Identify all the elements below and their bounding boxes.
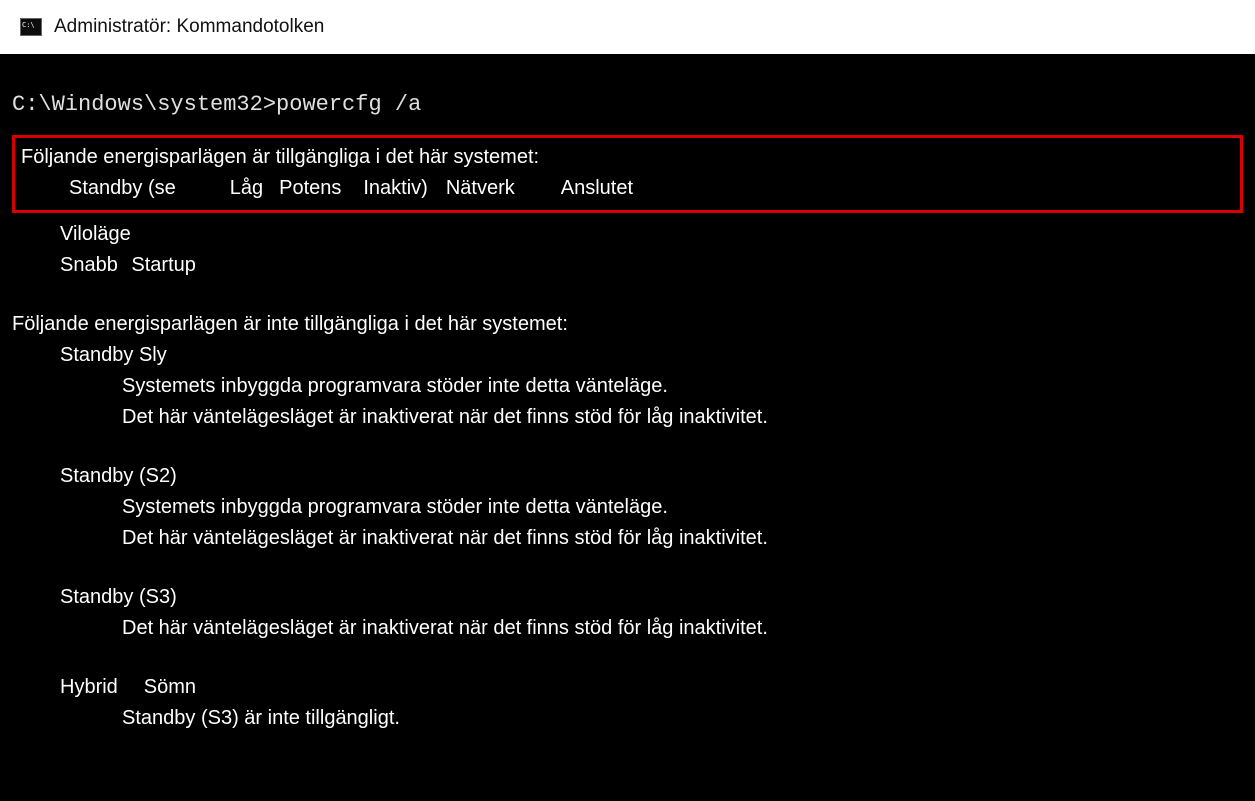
s2-line2: Det här väntelägesläget är inaktiverat n… [12,523,1243,554]
standby-row: Standby (se Låg Potens Inaktiv) Nätverk … [21,173,1234,204]
standby-word-1: Låg [230,173,263,204]
s2-title: Standby (S2) [12,461,1243,492]
fast-startup-b: Startup [131,254,195,276]
standby-lead: Standby (se [21,173,176,204]
s3-line1: Det här väntelägesläget är inaktiverat n… [12,613,1243,644]
s1-line1: Systemets inbyggda programvara stöder in… [12,371,1243,402]
standby-word-3: Inaktiv) [363,173,427,204]
hybrid-line1: Standby (S3) är inte tillgängligt. [12,703,1243,734]
highlighted-section: Följande energisparlägen är tillgängliga… [12,135,1243,213]
hybrid-title: Hybrid Sömn [12,672,1243,703]
hybrid-a: Hybrid [60,672,118,703]
standby-word-2: Potens [279,173,341,204]
window-title: Administratör: Kommandotolken [54,16,324,38]
fast-startup-line: Snabb Startup [12,250,1243,281]
s2-line1: Systemets inbyggda programvara stöder in… [12,492,1243,523]
hibernate-line: Viloläge [12,219,1243,250]
standby-word-4: Nätverk [446,173,515,204]
terminal-body[interactable]: C:\Windows\system32>powercfg /a Följande… [0,54,1255,801]
unavailable-header: Följande energisparlägen är inte tillgän… [12,309,1243,340]
hybrid-b: Sömn [144,672,196,703]
s1-title: Standby Sly [12,340,1243,371]
fast-startup-a: Snabb [60,254,118,276]
standby-word-5: Anslutet [561,173,633,204]
s3-title: Standby (S3) [12,582,1243,613]
cmd-icon [20,18,42,36]
s1-line2: Det här väntelägesläget är inaktiverat n… [12,402,1243,433]
window-titlebar: Administratör: Kommandotolken [0,0,1255,54]
available-header: Följande energisparlägen är tillgängliga… [21,142,1234,173]
prompt-line: C:\Windows\system32>powercfg /a [12,92,1243,117]
